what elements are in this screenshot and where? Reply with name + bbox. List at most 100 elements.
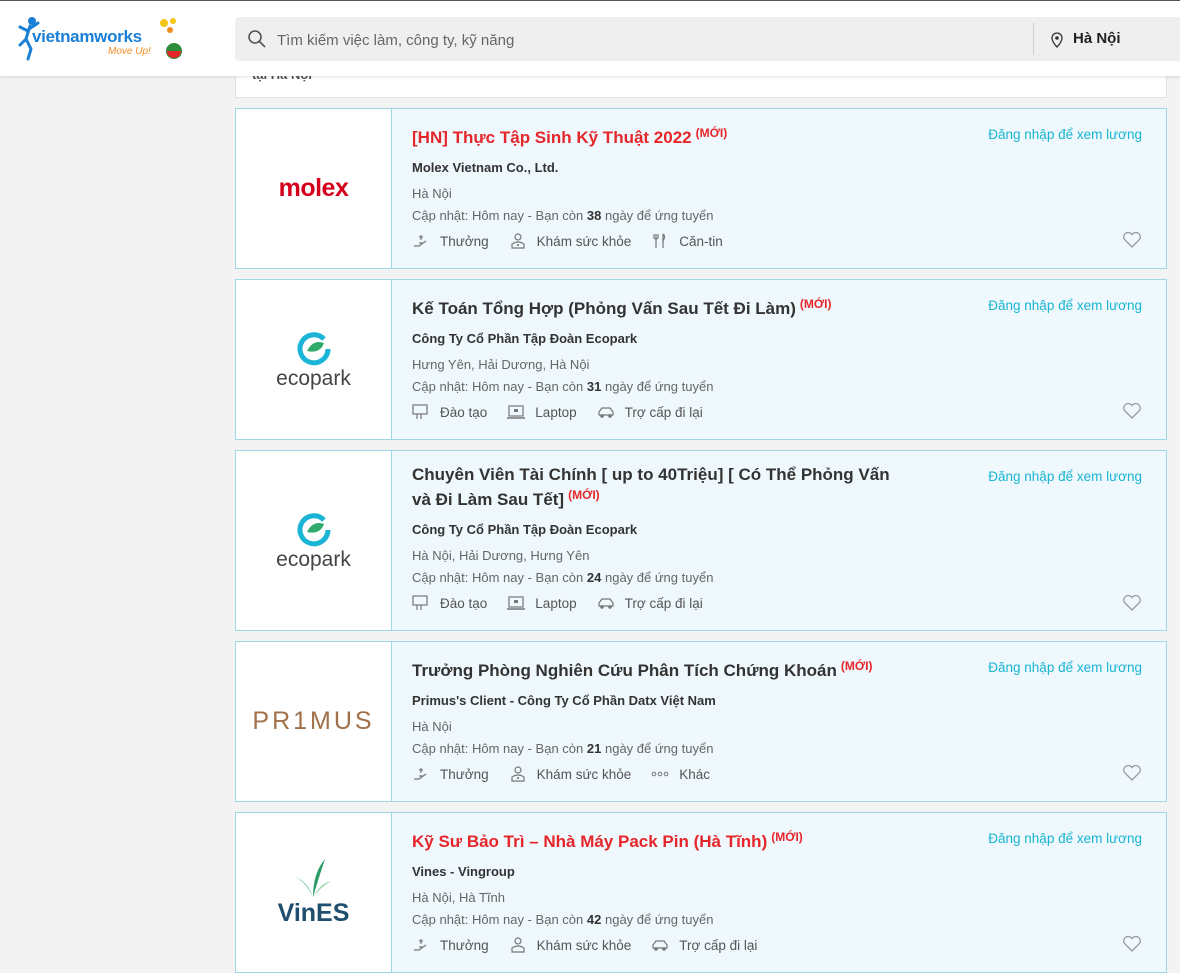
benefit-item: Trợ cấp đi lại xyxy=(651,937,757,953)
job-title[interactable]: Chuyên Viên Tài Chính [ up to 40Triệu] [… xyxy=(412,465,912,510)
bonus-hand-icon xyxy=(414,939,427,951)
job-location: Hà Nội, Hà Tĩnh xyxy=(412,890,505,905)
ecopark-logo-text: ecopark xyxy=(276,366,351,390)
logo-tagline: Move Up! xyxy=(108,46,151,57)
job-title[interactable]: Kỹ Sư Bảo Trì – Nhà Máy Pack Pin (Hà Tĩn… xyxy=(412,827,912,852)
salary-login-link[interactable]: Đăng nhập để xem lương xyxy=(988,660,1142,675)
benefit-item: Trợ cấp đi lại xyxy=(597,404,703,420)
company-logo[interactable]: molex xyxy=(236,109,392,268)
job-location: Hà Nội xyxy=(412,186,452,201)
benefit-item: Laptop xyxy=(507,404,577,420)
location-select[interactable]: Hà Nội xyxy=(1073,30,1121,47)
search-icon[interactable] xyxy=(247,29,267,49)
updated-info: Cập nhật: Hôm nay - Bạn còn 24 ngày để ứ… xyxy=(412,570,714,585)
benefit-item: Laptop xyxy=(507,595,577,611)
company-name[interactable]: Công Ty Cổ Phần Tập Đoàn Ecopark xyxy=(412,522,637,537)
job-card[interactable]: molex [HN] Thực Tập Sinh Kỹ Thuật 2022 (M… xyxy=(235,108,1167,269)
logo-text: vietnamworks xyxy=(32,27,142,46)
car-icon xyxy=(597,598,614,609)
bonus-hand-icon xyxy=(414,235,427,247)
job-title-text[interactable]: Kế Toán Tổng Hợp (Phỏng Vấn Sau Tết Đi L… xyxy=(412,299,796,318)
benefit-item: Khám sức khỏe xyxy=(509,937,631,953)
ecopark-logo-text: ecopark xyxy=(276,547,351,571)
company-logo[interactable]: PR1MUS xyxy=(236,642,392,801)
heart-icon[interactable] xyxy=(1122,935,1142,953)
vietnamworks-logo[interactable]: vietnamworks Move Up! xyxy=(16,15,186,63)
vines-leaf-icon xyxy=(295,859,332,897)
benefit-item: Thưởng xyxy=(412,233,489,249)
benefit-item: Đào tạo xyxy=(412,595,487,611)
vines-logo-text: VinES xyxy=(277,899,350,927)
more-dots-icon xyxy=(651,771,669,777)
job-location: Hưng Yên, Hải Dương, Hà Nội xyxy=(412,357,590,372)
company-name[interactable]: Vines - Vingroup xyxy=(412,864,515,879)
days-left: 31 xyxy=(586,379,602,394)
benefit-item: Khám sức khỏe xyxy=(509,233,631,249)
search-divider xyxy=(1033,23,1034,55)
new-badge: (MỚI) xyxy=(771,830,803,844)
company-logo[interactable]: ecopark xyxy=(236,451,392,630)
ecopark-leaf-icon xyxy=(297,512,330,546)
salary-login-link[interactable]: Đăng nhập để xem lương xyxy=(988,298,1142,313)
location-pin-icon xyxy=(1051,32,1063,48)
job-title[interactable]: [HN] Thực Tập Sinh Kỹ Thuật 2022 (MỚI) xyxy=(412,123,912,148)
company-logo[interactable]: ecopark xyxy=(236,280,392,439)
benefits-list: Đào tạo Laptop Trợ cấp đi lại xyxy=(412,404,723,420)
benefit-item: Đào tạo xyxy=(412,404,487,420)
ecopark-leaf-icon xyxy=(297,331,330,365)
job-location: Hà Nội xyxy=(412,719,452,734)
updated-info: Cập nhật: Hôm nay - Bạn còn 38 ngày để ứ… xyxy=(412,208,714,223)
new-badge: (MỚI) xyxy=(799,297,832,311)
bonus-hand-icon xyxy=(414,768,427,780)
salary-login-link[interactable]: Đăng nhập để xem lương xyxy=(988,469,1142,484)
salary-login-link[interactable]: Đăng nhập để xem lương xyxy=(988,127,1142,142)
updated-info: Cập nhật: Hôm nay - Bạn còn 31 ngày để ứ… xyxy=(412,379,714,394)
laptop-icon xyxy=(507,596,526,610)
company-name[interactable]: Primus's Client - Công Ty Cổ Phần Datx V… xyxy=(412,693,716,708)
job-card[interactable]: VinES Kỹ Sư Bảo Trì – Nhà Máy Pack Pin (… xyxy=(235,812,1167,973)
heart-icon[interactable] xyxy=(1122,594,1142,612)
laptop-icon xyxy=(507,405,526,419)
training-icon xyxy=(412,595,428,610)
benefit-item: Căn-tin xyxy=(651,233,723,249)
heart-icon[interactable] xyxy=(1122,402,1142,420)
search-input[interactable] xyxy=(275,17,1019,63)
salary-login-link[interactable]: Đăng nhập để xem lương xyxy=(988,831,1142,846)
benefit-item: Khác xyxy=(651,766,710,782)
job-title-text[interactable]: Chuyên Viên Tài Chính [ up to 40Triệu] [… xyxy=(412,465,890,509)
benefits-list: Thưởng Khám sức khỏe Khác xyxy=(412,766,730,782)
benefit-item: Khám sức khỏe xyxy=(509,766,631,782)
job-title-text[interactable]: Trưởng Phòng Nghiên Cứu Phân Tích Chứng … xyxy=(412,661,837,680)
updated-info: Cập nhật: Hôm nay - Bạn còn 21 ngày để ứ… xyxy=(412,741,714,756)
training-icon xyxy=(412,404,428,419)
job-card[interactable]: ecopark Chuyên Viên Tài Chính [ up to 40… xyxy=(235,450,1167,631)
days-left: 21 xyxy=(586,741,602,756)
health-check-icon xyxy=(511,766,525,782)
job-title-text[interactable]: [HN] Thực Tập Sinh Kỹ Thuật 2022 xyxy=(412,128,692,147)
benefit-item: Thưởng xyxy=(412,766,489,782)
updated-info: Cập nhật: Hôm nay - Bạn còn 42 ngày để ứ… xyxy=(412,912,714,927)
company-logo[interactable]: VinES xyxy=(236,813,392,972)
job-title-text[interactable]: Kỹ Sư Bảo Trì – Nhà Máy Pack Pin (Hà Tĩn… xyxy=(412,832,767,851)
days-left: 38 xyxy=(586,208,602,223)
benefits-list: Thưởng Khám sức khỏe Căn-tin xyxy=(412,233,743,249)
job-location: Hà Nội, Hải Dương, Hưng Yên xyxy=(412,548,590,563)
car-icon xyxy=(597,407,614,418)
job-title[interactable]: Kế Toán Tổng Hợp (Phỏng Vấn Sau Tết Đi L… xyxy=(412,294,912,319)
company-name[interactable]: Công Ty Cổ Phần Tập Đoàn Ecopark xyxy=(412,331,637,346)
benefit-item: Thưởng xyxy=(412,937,489,953)
search-bar: Hà Nội xyxy=(235,17,1180,63)
tet-flower-icon xyxy=(160,18,182,59)
job-title[interactable]: Trưởng Phòng Nghiên Cứu Phân Tích Chứng … xyxy=(412,656,912,681)
new-badge: (MỚI) xyxy=(695,126,728,140)
heart-icon[interactable] xyxy=(1122,764,1142,782)
benefits-list: Thưởng Khám sức khỏe Trợ cấp đi lại xyxy=(412,937,777,953)
company-name[interactable]: Molex Vietnam Co., Ltd. xyxy=(412,160,558,175)
benefits-list: Đào tạo Laptop Trợ cấp đi lại xyxy=(412,595,723,611)
job-card[interactable]: PR1MUS Trưởng Phòng Nghiên Cứu Phân Tích… xyxy=(235,641,1167,802)
heart-icon[interactable] xyxy=(1122,231,1142,249)
job-card[interactable]: ecopark Kế Toán Tổng Hợp (Phỏng Vấn Sau … xyxy=(235,279,1167,440)
primus-logo-text: PR1MUS xyxy=(252,707,375,735)
benefit-item: Trợ cấp đi lại xyxy=(597,595,703,611)
health-check-icon xyxy=(511,233,525,249)
